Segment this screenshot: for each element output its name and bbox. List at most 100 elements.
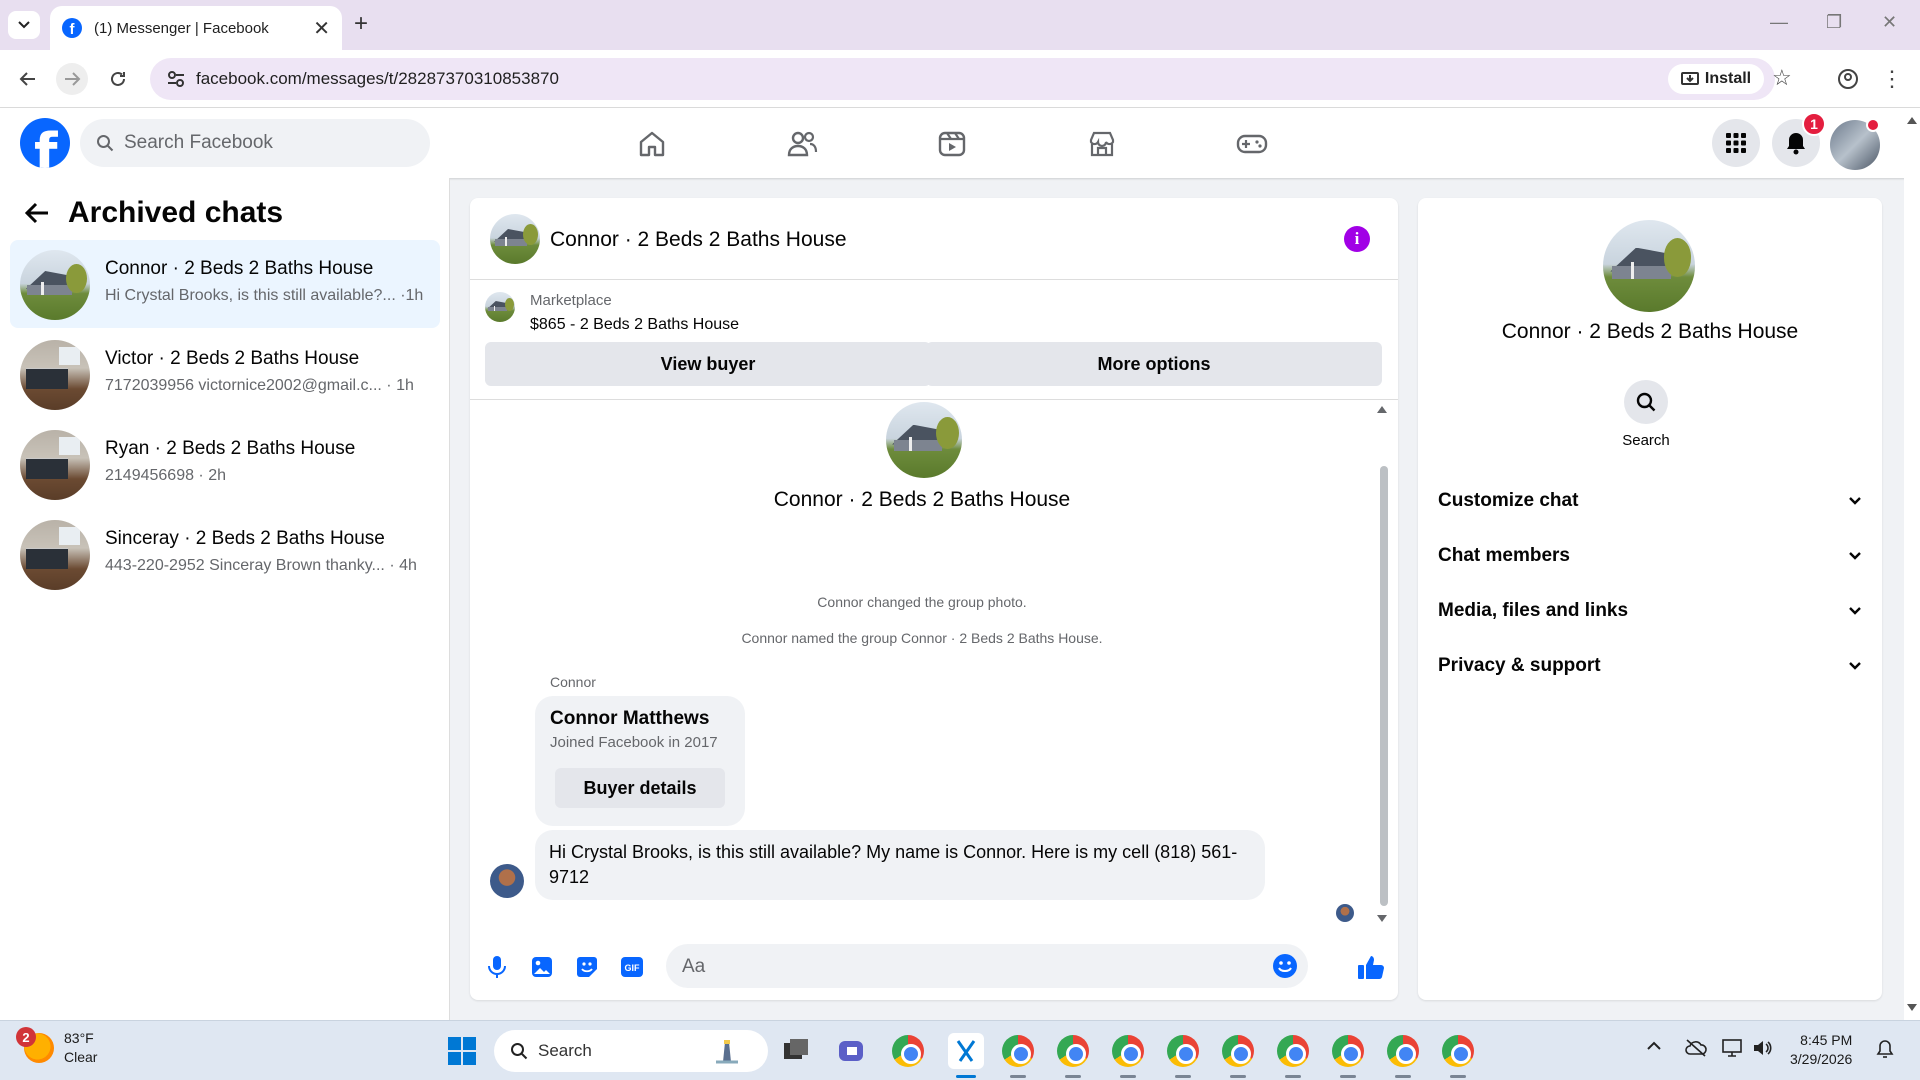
cloud-offline-icon[interactable] — [1684, 1039, 1708, 1057]
weather-widget[interactable]: 2 83°F Clear — [16, 1027, 97, 1067]
profile-icon[interactable] — [1832, 63, 1864, 95]
chrome-profile-icon[interactable] — [1277, 1035, 1309, 1067]
conversation-header: Connor · 2 Beds 2 Baths House i — [470, 198, 1398, 280]
arrow-right-icon — [65, 72, 81, 86]
chat-list-item[interactable]: Ryan · 2 Beds 2 Baths House 2149456698 ·… — [10, 420, 440, 508]
show-hidden-icons-icon[interactable] — [1646, 1039, 1662, 1051]
taskbar-search[interactable]: Search — [494, 1030, 768, 1072]
archived-chats-header: Archived chats — [24, 196, 283, 230]
media-files-links-section[interactable]: Media, files and links — [1438, 591, 1862, 631]
chrome-profile-icon[interactable] — [1387, 1035, 1419, 1067]
close-window-icon[interactable]: ✕ — [1882, 12, 1897, 33]
svg-text:GIF: GIF — [625, 963, 641, 973]
video-icon[interactable] — [932, 124, 972, 164]
chat-snippet: 2149456698 · 2h — [105, 467, 226, 484]
buyer-joined: Joined Facebook in 2017 — [550, 734, 718, 751]
network-icon[interactable] — [1722, 1039, 1744, 1057]
conversation-title[interactable]: Connor · 2 Beds 2 Baths House — [550, 228, 847, 252]
windows-start-icon[interactable] — [448, 1037, 476, 1065]
scroll-up-icon[interactable] — [1904, 114, 1920, 126]
task-view-icon[interactable] — [780, 1035, 812, 1067]
scroll-up-icon[interactable] — [1376, 404, 1388, 414]
customize-chat-section[interactable]: Customize chat — [1438, 481, 1862, 521]
gif-icon[interactable]: GIF — [617, 952, 647, 982]
microphone-icon[interactable] — [482, 952, 512, 982]
notifications-bell-icon[interactable] — [1876, 1039, 1894, 1059]
running-indicator — [1230, 1075, 1246, 1078]
friends-icon[interactable] — [782, 124, 822, 164]
browser-tab[interactable]: f (1) Messenger | Facebook ✕ — [50, 6, 342, 50]
install-app-button[interactable]: Install — [1668, 64, 1764, 94]
home-icon[interactable] — [632, 124, 672, 164]
chrome-profile-icon[interactable] — [1112, 1035, 1144, 1067]
snipping-tool-icon[interactable] — [948, 1033, 984, 1069]
system-clock[interactable]: 8:45 PM 3/29/2026 — [1790, 1031, 1852, 1069]
menu-grid-button[interactable] — [1712, 119, 1760, 167]
gaming-icon[interactable] — [1232, 124, 1272, 164]
emoji-icon[interactable] — [1272, 953, 1298, 979]
taskbar-search-placeholder: Search — [538, 1041, 592, 1060]
chat-list-item[interactable]: Sinceray · 2 Beds 2 Baths House 443-220-… — [10, 510, 440, 598]
sticker-icon[interactable] — [572, 952, 602, 982]
reload-button[interactable] — [102, 63, 134, 95]
info-icon[interactable]: i — [1344, 226, 1370, 252]
minimize-icon[interactable]: — — [1770, 12, 1788, 33]
sender-label: Connor — [550, 674, 596, 690]
chat-list-item[interactable]: Connor · 2 Beds 2 Baths House Hi Crystal… — [10, 240, 440, 328]
chrome-profile-icon[interactable] — [1442, 1035, 1474, 1067]
browser-toolbar: facebook.com/messages/t/2828737031085387… — [0, 50, 1920, 108]
running-indicator — [1450, 1075, 1466, 1078]
marketplace-icon[interactable] — [1082, 124, 1122, 164]
chrome-icon[interactable] — [892, 1035, 924, 1067]
chat-list-item[interactable]: Victor · 2 Beds 2 Baths House 7172039956… — [10, 330, 440, 418]
photo-icon[interactable] — [527, 952, 557, 982]
volume-icon[interactable] — [1752, 1039, 1772, 1057]
more-options-button[interactable]: More options — [926, 342, 1382, 386]
scroll-down-icon[interactable] — [1376, 914, 1388, 924]
chat-avatar — [20, 250, 90, 320]
privacy-support-section[interactable]: Privacy & support — [1438, 646, 1862, 686]
facebook-search-input[interactable]: Search Facebook — [80, 119, 430, 167]
chrome-profile-icon[interactable] — [1332, 1035, 1364, 1067]
tab-search-button[interactable] — [8, 11, 40, 39]
chrome-profile-icon[interactable] — [1222, 1035, 1254, 1067]
bookmark-star-icon[interactable]: ☆ — [1772, 65, 1792, 91]
chat-avatar — [20, 430, 90, 500]
message-bubble[interactable]: Hi Crystal Brooks, is this still availab… — [535, 830, 1265, 900]
chrome-profile-icon[interactable] — [1057, 1035, 1089, 1067]
chat-avatar — [20, 340, 90, 410]
forward-button[interactable] — [56, 63, 88, 95]
scroll-down-icon[interactable] — [1904, 1002, 1920, 1014]
system-message: Connor named the group Connor · 2 Beds 2… — [741, 630, 1103, 646]
thumbs-up-icon[interactable] — [1356, 952, 1386, 982]
facebook-logo-icon[interactable]: f — [20, 118, 70, 168]
chrome-profile-icon[interactable] — [1167, 1035, 1199, 1067]
conversation-avatar[interactable] — [490, 214, 540, 264]
message-input[interactable]: Aa — [666, 944, 1308, 988]
scrollbar-thumb[interactable] — [1380, 466, 1388, 906]
site-info-icon[interactable] — [166, 69, 186, 89]
back-arrow-icon[interactable] — [24, 201, 50, 225]
details-avatar — [1603, 220, 1695, 312]
install-icon — [1680, 72, 1699, 85]
chat-members-section[interactable]: Chat members — [1438, 536, 1862, 576]
browser-menu-icon[interactable]: ⋮ — [1876, 63, 1908, 95]
page-scrollbar[interactable] — [1904, 108, 1920, 1020]
url-text[interactable]: facebook.com/messages/t/2828737031085387… — [196, 69, 559, 89]
restore-icon[interactable]: ❐ — [1826, 12, 1842, 33]
new-tab-button[interactable]: + — [354, 11, 368, 37]
marketplace-label: Marketplace — [530, 292, 612, 309]
view-buyer-button[interactable]: View buyer — [485, 342, 931, 386]
listing-title[interactable]: $865 - 2 Beds 2 Baths House — [530, 316, 739, 334]
facebook-favicon-icon: f — [62, 18, 82, 38]
search-conversation-button[interactable] — [1624, 380, 1668, 424]
sender-avatar[interactable] — [490, 864, 524, 898]
chrome-profile-icon[interactable] — [1002, 1035, 1034, 1067]
teams-icon[interactable] — [836, 1035, 868, 1067]
close-tab-icon[interactable]: ✕ — [313, 16, 330, 41]
buyer-details-button[interactable]: Buyer details — [555, 768, 725, 808]
chat-avatar — [20, 520, 90, 590]
back-button[interactable] — [12, 63, 44, 95]
address-bar[interactable]: facebook.com/messages/t/2828737031085387… — [150, 58, 1792, 100]
chevron-down-icon — [1849, 497, 1861, 505]
